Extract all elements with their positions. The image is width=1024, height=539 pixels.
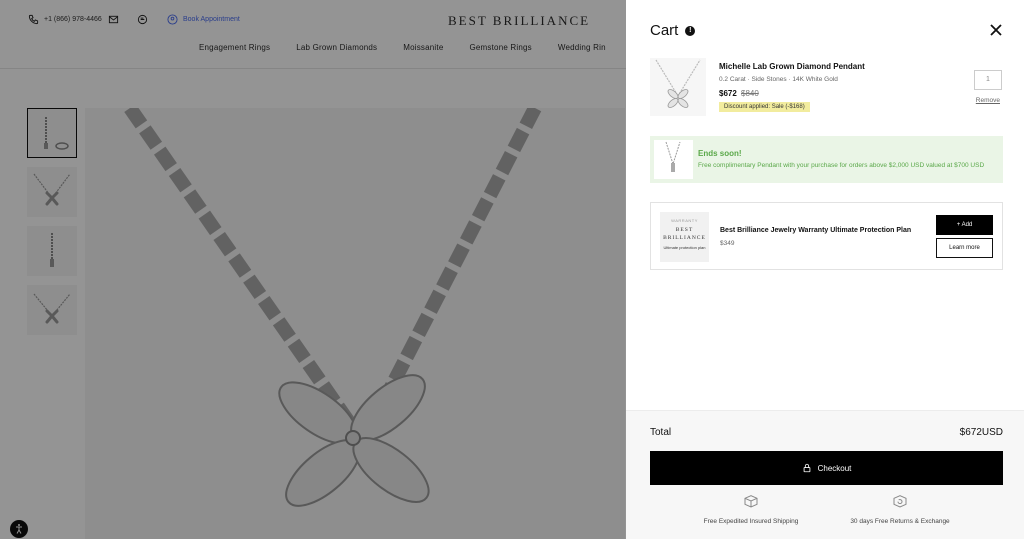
pendant-icon	[665, 141, 681, 172]
cart-footer: Total $672USD Checkout Free Expedited In…	[626, 410, 1024, 539]
shipping-perk-text: Free Expedited Insured Shipping	[703, 518, 799, 525]
shipping-box-icon	[744, 495, 758, 508]
quantity-input[interactable]: 1	[974, 70, 1002, 90]
returns-perk-text: 30 days Free Returns & Exchange	[850, 518, 950, 525]
warranty-logo: WARRANTY BEST BRILLIANCE Ultimate protec…	[660, 212, 709, 262]
warranty-logo-top: WARRANTY	[671, 218, 698, 223]
cart-item: Michelle Lab Grown Diamond Pendant 0.2 C…	[650, 58, 1002, 120]
returns-perk: 30 days Free Returns & Exchange	[835, 493, 965, 525]
cart-item-original-price: $840	[741, 89, 759, 98]
shipping-perk: Free Expedited Insured Shipping	[686, 493, 816, 525]
cart-drawer: Cart ! Michelle Lab Grown Diamond Pendan…	[626, 0, 1024, 539]
warranty-upsell: WARRANTY BEST BRILLIANCE Ultimate protec…	[650, 202, 1003, 270]
warranty-price: $349	[720, 240, 735, 247]
total-label: Total	[650, 427, 672, 438]
promo-text: Free complimentary Pendant with your pur…	[698, 162, 985, 169]
total-value: $672USD	[959, 427, 1003, 438]
returns-box-icon	[893, 495, 907, 508]
page-overlay[interactable]	[0, 0, 626, 539]
warranty-title: Best Brilliance Jewelry Warranty Ultimat…	[720, 227, 912, 234]
warranty-logo-sub: Ultimate protection plan	[663, 245, 706, 250]
cart-item-image[interactable]	[650, 58, 706, 116]
checkout-label: Checkout	[817, 463, 852, 473]
cart-item-price: $672	[719, 89, 737, 98]
learn-more-button[interactable]: Learn more	[936, 238, 993, 258]
pendant-icon	[655, 59, 701, 108]
checkout-button[interactable]: Checkout	[650, 451, 1003, 485]
promo-image	[654, 140, 693, 179]
cart-item-name[interactable]: Michelle Lab Grown Diamond Pendant	[719, 62, 865, 71]
info-icon[interactable]: !	[685, 25, 696, 36]
warranty-logo-brand: BEST BRILLIANCE	[663, 227, 706, 241]
cart-item-details: 0.2 Carat · Side Stones · 14K White Gold	[719, 76, 838, 83]
remove-link[interactable]: Remove	[976, 97, 1000, 104]
cart-title: Cart	[650, 22, 679, 39]
promo-banner: Ends soon! Free complimentary Pendant wi…	[650, 136, 1003, 183]
lock-icon	[803, 463, 810, 473]
add-warranty-button[interactable]: + Add	[936, 215, 993, 235]
discount-badge: Discount applied: Sale (-$168)	[719, 102, 810, 112]
promo-title: Ends soon!	[698, 149, 742, 158]
close-icon[interactable]	[990, 24, 1002, 36]
cart-header: Cart !	[650, 22, 696, 39]
